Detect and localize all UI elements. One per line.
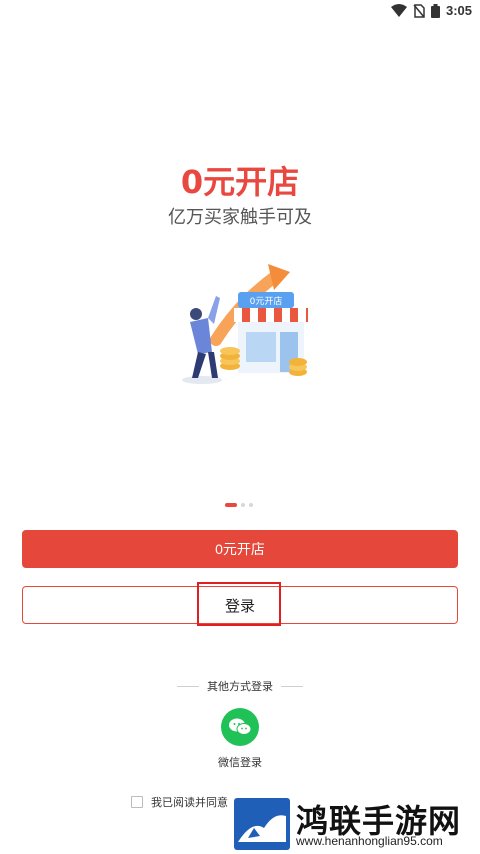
divider-left — [177, 685, 199, 687]
watermark-logo — [234, 798, 290, 850]
status-time: 3:05 — [445, 3, 472, 18]
wechat-login-label: 微信登录 — [218, 756, 262, 769]
hero-subtitle: 亿万买家触手可及 — [168, 207, 312, 228]
battery-icon — [430, 3, 440, 18]
highlight-box — [197, 582, 281, 626]
open-store-button[interactable]: 0元开店 — [22, 530, 458, 568]
divider-right — [281, 685, 303, 687]
watermark-url: www.henanhonglian95.com — [296, 834, 443, 848]
watermark: 鸿联手游网 www.henanhonglian95.com — [228, 794, 480, 854]
carousel-dot — [241, 503, 245, 507]
hero-title: 0元开店 — [180, 163, 300, 201]
carousel-dot — [249, 503, 253, 507]
wechat-login-button[interactable] — [221, 708, 259, 746]
other-login-heading-row: 其他方式登录 — [0, 678, 480, 694]
other-login-heading: 其他方式登录 — [207, 680, 273, 693]
wifi-icon — [390, 3, 407, 17]
wechat-icon — [229, 718, 252, 735]
agreement-checkbox[interactable] — [131, 796, 143, 808]
agreement-row: 我已阅读并同意！ — [131, 794, 239, 810]
store-illustration: 0元开店 — [168, 262, 318, 387]
carousel-indicator — [225, 503, 253, 507]
carousel-dot-active — [225, 503, 237, 507]
illustration-sign-text: 0元开店 — [250, 295, 283, 307]
status-bar: 3:05 — [0, 0, 480, 24]
no-sim-icon — [413, 3, 425, 18]
agreement-text: 我已阅读并同意！ — [151, 796, 239, 809]
